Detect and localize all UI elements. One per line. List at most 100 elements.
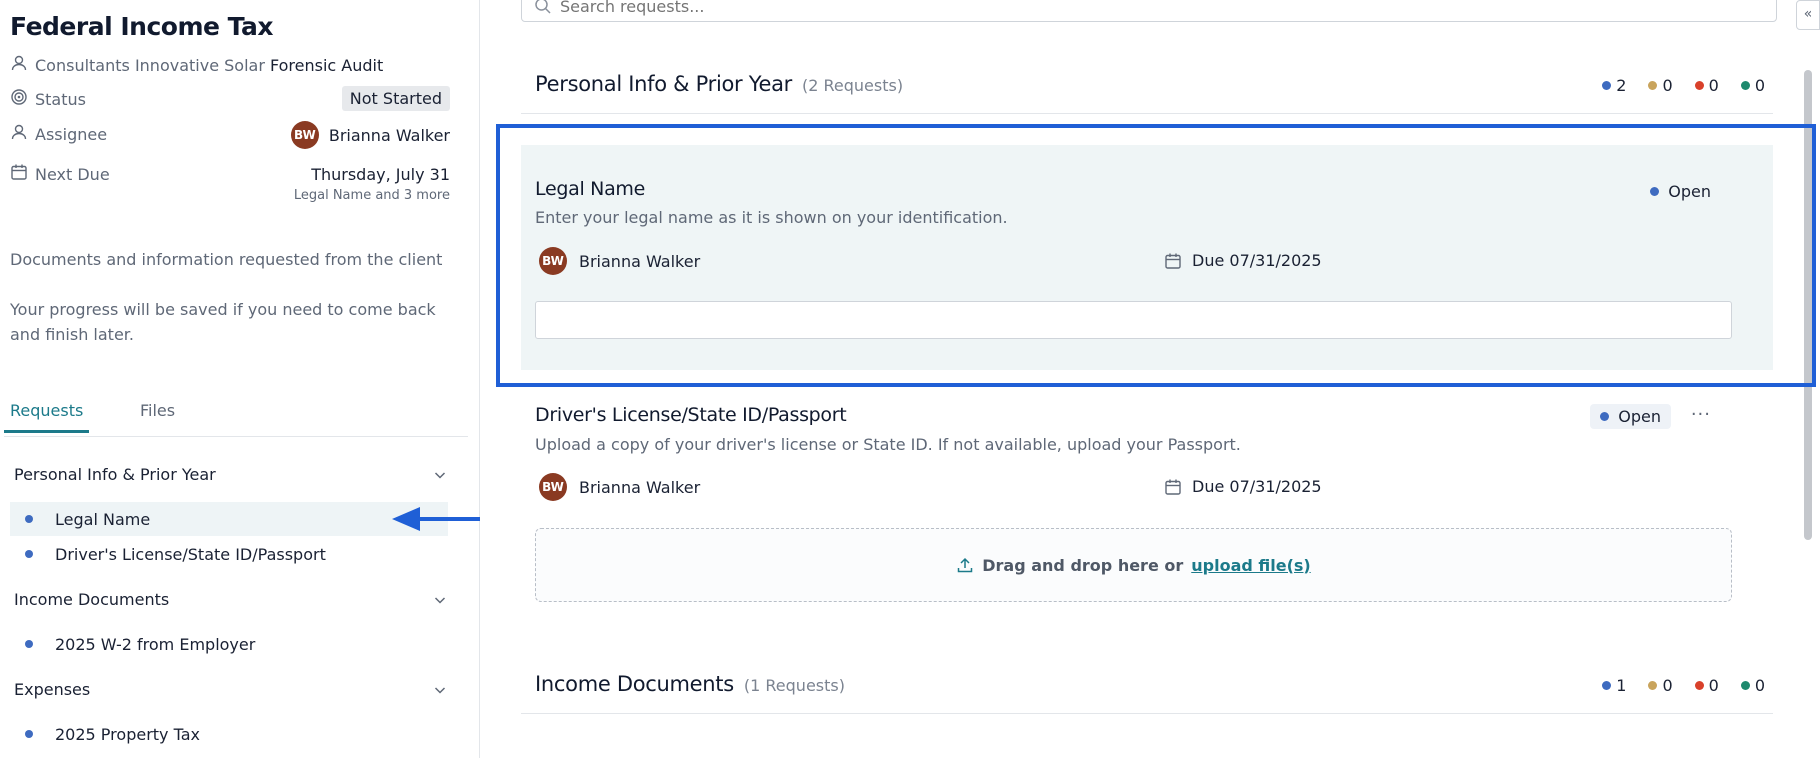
sidebar: Federal Income Tax Consultants Innovativ… <box>0 0 480 758</box>
request-assignee: BW Brianna Walker <box>539 247 700 275</box>
open-dot <box>1600 412 1610 421</box>
sidebar-item-w2[interactable]: 2025 W-2 from Employer <box>10 627 448 661</box>
sidebar-item-legal-name[interactable]: Legal Name <box>10 502 448 536</box>
section-title-text: Income Documents <box>535 672 734 696</box>
sidebar-item-label: 2025 Property Tax <box>55 725 200 744</box>
assignee-label: Assignee <box>35 125 108 144</box>
chevron-down-icon <box>434 597 446 604</box>
file-dropzone[interactable]: Drag and drop here or upload file(s) <box>535 528 1732 602</box>
drop-text: Drag and drop here or <box>982 555 1184 575</box>
target-icon <box>11 89 27 105</box>
section-count: (1 Requests) <box>743 676 845 695</box>
person-icon <box>11 124 27 140</box>
status-row: Status Not Started <box>10 86 450 114</box>
client-label: Consultants Innovative Solar <box>35 56 265 75</box>
assignee-name: Brianna Walker <box>579 251 701 271</box>
request-title: Legal Name <box>535 178 646 200</box>
next-due-sub: Legal Name and 3 more <box>293 188 450 203</box>
status-badge: Not Started <box>341 86 450 111</box>
sidebar-item-drivers-license[interactable]: Driver's License/State ID/Passport <box>10 537 448 571</box>
status-dot <box>25 550 33 558</box>
search-bar[interactable] <box>521 0 1777 22</box>
status-open-pill: Open <box>1590 404 1671 429</box>
open-dot <box>1602 81 1612 90</box>
count-open: 2 <box>1602 76 1626 95</box>
search-icon <box>535 0 551 14</box>
assignee-name: Brianna Walker <box>328 125 450 145</box>
status-dot <box>25 515 33 523</box>
open-dot <box>1602 681 1612 690</box>
assignee-value[interactable]: BW Brianna Walker <box>290 121 450 149</box>
search-input[interactable] <box>560 0 1760 16</box>
next-due-label: Next Due <box>35 165 110 184</box>
count-rejected: 0 <box>1694 676 1719 695</box>
chevron-down-icon <box>434 472 446 479</box>
calendar-icon <box>1165 253 1181 269</box>
person-icon <box>11 55 27 71</box>
rejected-dot <box>1694 81 1704 90</box>
status-open-pill: Open <box>1640 179 1721 204</box>
page-title: Federal Income Tax <box>10 12 273 41</box>
group-label: Income Documents <box>14 590 170 609</box>
request-card-legal-name[interactable]: Legal Name Enter your legal name as it i… <box>521 145 1773 370</box>
pending-dot <box>1648 681 1658 690</box>
group-expenses[interactable]: Expenses <box>14 680 448 708</box>
request-assignee: BW Brianna Walker <box>539 473 700 501</box>
arrow-left-icon <box>392 507 480 531</box>
request-description: Enter your legal name as it is shown on … <box>535 208 1008 227</box>
next-due-value: Thursday, July 31 <box>311 165 450 184</box>
sidebar-item-property-tax[interactable]: 2025 Property Tax <box>10 717 448 751</box>
count-value: 0 <box>1662 76 1673 95</box>
next-due-row: Next Due Thursday, July 31 Legal Name an… <box>10 161 450 209</box>
status-text: Open <box>1668 182 1711 201</box>
more-options-icon[interactable]: ··· <box>1691 404 1711 425</box>
avatar: BW <box>539 247 567 275</box>
scrollbar-thumb[interactable] <box>1804 70 1812 540</box>
sidebar-item-label: Driver's License/State ID/Passport <box>55 545 326 564</box>
calendar-icon <box>11 164 27 180</box>
status-dot <box>25 730 33 738</box>
group-label: Expenses <box>14 680 91 699</box>
progress-note: Your progress will be saved if you need … <box>10 300 436 344</box>
count-value: 0 <box>1708 676 1719 695</box>
count-pending: 0 <box>1648 76 1673 95</box>
avatar: BW <box>539 473 567 501</box>
status-text: Open <box>1618 407 1661 426</box>
avatar: BW <box>290 121 319 149</box>
collapse-panel-button[interactable]: « <box>1796 0 1820 30</box>
client-value: Forensic Audit <box>270 56 384 75</box>
request-due: Due 07/31/2025 <box>1164 477 1322 496</box>
tab-requests[interactable]: Requests <box>4 401 90 433</box>
request-card-drivers-license[interactable]: Driver's License/State ID/Passport Uploa… <box>521 370 1773 610</box>
done-dot <box>1740 681 1750 690</box>
status-dot <box>25 640 33 648</box>
due-date: Due 07/31/2025 <box>1192 477 1322 496</box>
count-value: 0 <box>1708 76 1719 95</box>
status-label: Status <box>35 90 86 109</box>
section-title-text: Personal Info & Prior Year <box>535 72 792 96</box>
count-value: 1 <box>1616 676 1627 695</box>
group-income-documents[interactable]: Income Documents <box>14 590 448 618</box>
description-text: Documents and information requested from… <box>10 250 443 269</box>
due-date: Due 07/31/2025 <box>1192 251 1322 270</box>
sidebar-item-label: 2025 W-2 from Employer <box>55 635 256 654</box>
assignee-name: Brianna Walker <box>579 477 701 497</box>
request-title: Driver's License/State ID/Passport <box>535 404 847 426</box>
count-value: 0 <box>1754 676 1765 695</box>
count-pending: 0 <box>1648 676 1673 695</box>
section-title: Personal Info & Prior Year (2 Requests) <box>535 72 903 96</box>
legal-name-input[interactable] <box>535 301 1732 339</box>
count-value: 0 <box>1754 76 1765 95</box>
sidebar-item-label: Legal Name <box>55 510 151 529</box>
count-value: 0 <box>1662 676 1673 695</box>
group-personal-info[interactable]: Personal Info & Prior Year <box>14 465 448 493</box>
status-counts: 1 0 0 0 <box>1602 676 1765 695</box>
count-open: 1 <box>1602 676 1626 695</box>
sidebar-tabs: Requests Files <box>4 397 468 437</box>
upload-files-link[interactable]: upload file(s) <box>1191 556 1310 575</box>
count-done: 0 <box>1740 676 1765 695</box>
count-rejected: 0 <box>1694 76 1719 95</box>
client-row: Consultants Innovative Solar Forensic Au… <box>10 52 450 80</box>
count-value: 2 <box>1616 76 1627 95</box>
tab-files[interactable]: Files <box>134 401 181 430</box>
